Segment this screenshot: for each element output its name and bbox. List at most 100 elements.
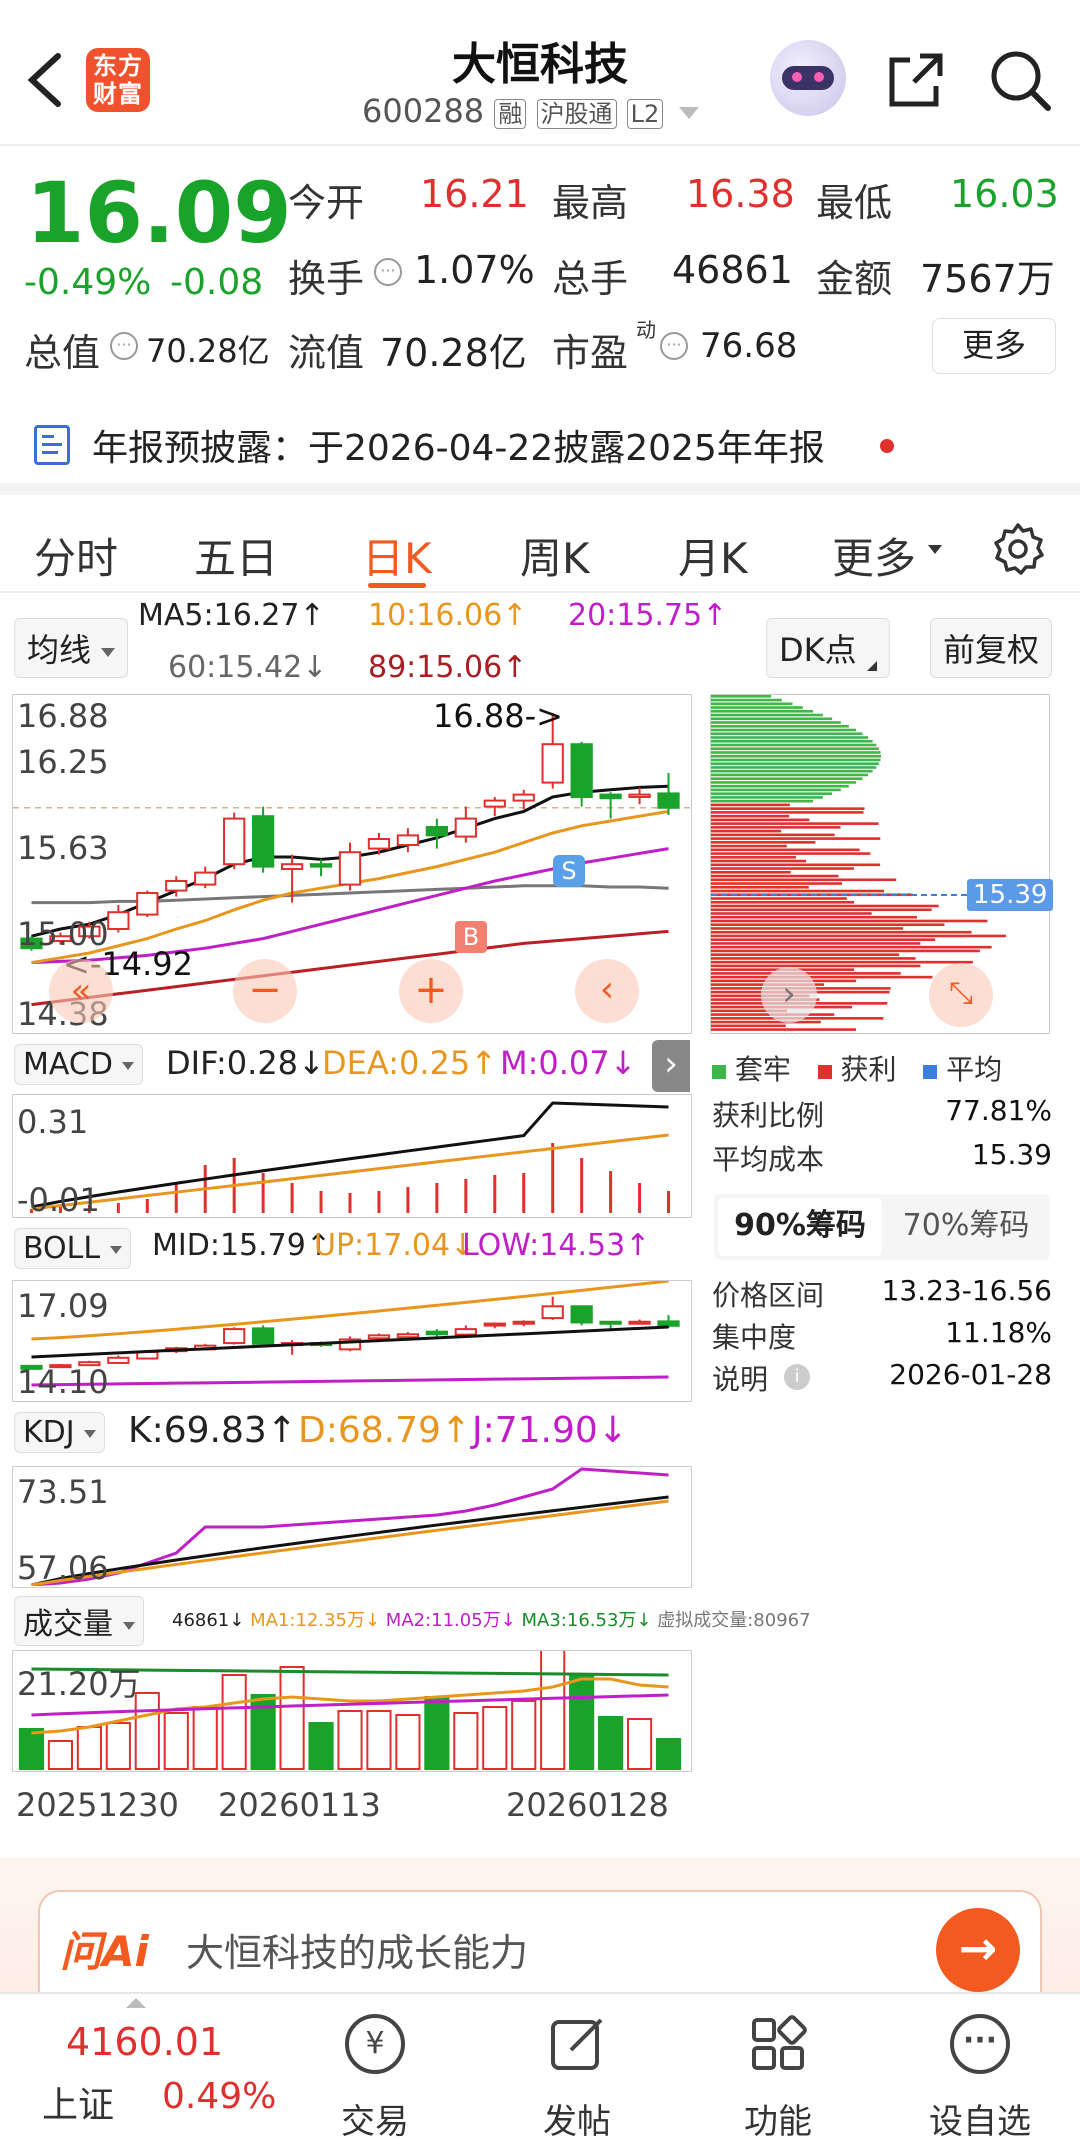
boll-selector[interactable]: BOLL — [14, 1228, 131, 1269]
info-icon[interactable]: i — [784, 1364, 810, 1390]
amount-label: 金额 — [816, 257, 893, 301]
tab-monthly-k[interactable]: 月K — [678, 525, 748, 586]
candle-body — [454, 817, 477, 838]
volume-selector[interactable]: 成交量 — [14, 1596, 144, 1646]
chip-bar — [711, 934, 1007, 938]
robot-assistant-icon[interactable] — [770, 40, 846, 116]
chip-legend: 套牢 获利 平均 — [712, 1048, 1002, 1088]
volume-chart[interactable]: 21.20万 — [12, 1650, 692, 1772]
date-label-mid: 20260113 — [218, 1786, 381, 1824]
ai-prompt-box[interactable]: 问Ai 大恒科技的成长能力 → — [38, 1890, 1042, 1998]
arrow-right-icon[interactable]: → — [936, 1908, 1020, 1992]
tab-chip-70[interactable]: 70%筹码 — [886, 1198, 1046, 1256]
zoom-out-button[interactable]: − — [233, 959, 297, 1023]
macd-chart[interactable]: 0.31 -0.01 — [12, 1094, 692, 1219]
info-icon[interactable]: ··· — [660, 332, 688, 360]
expand-icon[interactable]: ⤡ — [929, 963, 993, 1027]
chip-bar — [711, 833, 835, 837]
chip-bar — [711, 975, 933, 979]
chip-bar — [711, 728, 857, 732]
macd-selector[interactable]: MACD — [14, 1044, 144, 1085]
kdj-selector[interactable]: KDJ — [14, 1412, 106, 1453]
zoom-in-button[interactable]: + — [399, 959, 463, 1023]
back-icon[interactable] — [22, 50, 66, 110]
change-abs: -0.08 — [170, 262, 264, 303]
search-icon[interactable] — [988, 48, 1052, 112]
index-value[interactable]: 4160.01 — [66, 2020, 223, 2064]
boll-candle-body — [454, 1328, 477, 1336]
ma20-value: 20:15.75↑ — [568, 598, 728, 633]
info-icon[interactable]: ··· — [110, 332, 138, 360]
candle-body — [396, 834, 420, 846]
caret-down-icon — [101, 647, 116, 657]
tab-chip-90[interactable]: 90%筹码 — [718, 1198, 882, 1256]
adjust-button[interactable]: 前复权 — [930, 618, 1053, 678]
high-marker: 16.88-> — [433, 697, 563, 735]
ma-selector[interactable]: 均线 — [14, 618, 129, 678]
chip-bar — [711, 949, 980, 953]
macd-y-top: 0.31 — [17, 1103, 89, 1141]
chip-distribution-chart[interactable]: 15.39 › ⤡ — [710, 694, 1054, 1034]
tab-weekly-k[interactable]: 周K — [520, 525, 590, 586]
dk-points-button[interactable]: DK点 — [766, 618, 890, 678]
kdj-chart[interactable]: 73.51 57.06 — [12, 1466, 692, 1588]
ai-prompt-text: 大恒科技的成长能力 — [186, 1931, 529, 1975]
gear-icon[interactable] — [990, 521, 1046, 577]
annual-report-notice[interactable]: 年报预披露：于2026-04-22披露2025年年报 — [0, 405, 1080, 481]
chip-bar — [711, 912, 872, 915]
dropdown-caret-icon[interactable] — [679, 107, 700, 119]
mcap-label: 总值 — [24, 331, 101, 375]
more-button[interactable]: 更多 — [932, 318, 1056, 374]
chip-bar — [711, 960, 973, 964]
volume-ma1: MA1:12.35万↓ — [250, 1610, 381, 1631]
share-icon[interactable] — [884, 48, 948, 112]
chip-bar — [711, 788, 841, 792]
chip-bar — [711, 814, 790, 818]
candle-body — [223, 817, 246, 866]
info-icon[interactable]: ··· — [374, 258, 402, 286]
boll-candle-body — [541, 1305, 564, 1320]
badge-level2: L2 — [626, 99, 664, 129]
volume-selector-label: 成交量 — [23, 1607, 113, 1642]
tab-five-day[interactable]: 五日 — [194, 525, 278, 586]
boll-candle-body — [107, 1356, 130, 1364]
chip-bar — [711, 781, 857, 784]
step-left-button[interactable]: ‹ — [575, 959, 639, 1023]
date-label-end: 20260128 — [506, 1786, 669, 1824]
boll-chart[interactable]: 17.09 14.10 — [12, 1280, 692, 1402]
profit-ratio-label: 获利比例 — [712, 1099, 825, 1132]
chip-bar — [711, 822, 879, 825]
profit-ratio-value: 77.81% — [945, 1094, 1052, 1127]
chip-next-button[interactable]: › — [761, 967, 817, 1023]
kline-chart[interactable]: 16.88 16.25 15.63 15.00 14.38 16.88-> <-… — [12, 694, 692, 1034]
candle-body — [194, 871, 217, 886]
index-name[interactable]: 上证 — [42, 2076, 114, 2128]
volume-current: 46861↓ — [172, 1610, 245, 1631]
sell-marker[interactable]: S — [553, 855, 585, 887]
float-label: 流值 — [288, 331, 365, 375]
ma89-value: 89:15.06↑ — [368, 650, 528, 685]
chip-bar — [711, 927, 904, 930]
macd-y-bottom: -0.01 — [17, 1181, 100, 1219]
tab-daily-k[interactable]: 日K — [362, 525, 432, 586]
expand-indicators-button[interactable]: › — [652, 1040, 690, 1092]
chip-bar — [711, 773, 869, 777]
tab-more[interactable]: 更多 — [832, 525, 916, 586]
index-pct[interactable]: 0.49% — [162, 2076, 276, 2117]
chip-bar — [711, 919, 988, 923]
chip-bar — [711, 844, 787, 848]
chip-tabs: 90%筹码 70%筹码 — [714, 1194, 1050, 1260]
chip-bar — [711, 743, 877, 747]
date-label-start: 20251230 — [16, 1786, 179, 1824]
chip-bar — [711, 953, 900, 956]
boll-candle-body — [599, 1320, 622, 1325]
chip-bar — [711, 702, 793, 706]
buy-marker[interactable]: B — [455, 921, 487, 953]
tab-intraday[interactable]: 分时 — [34, 525, 118, 586]
chip-bar — [711, 859, 807, 863]
scroll-left-button[interactable]: « — [49, 959, 113, 1023]
chip-bar — [711, 762, 879, 766]
chip-bar — [711, 874, 839, 878]
chip-bar — [711, 882, 843, 885]
volume-ma3: MA3:16.53万↓ — [521, 1610, 652, 1631]
